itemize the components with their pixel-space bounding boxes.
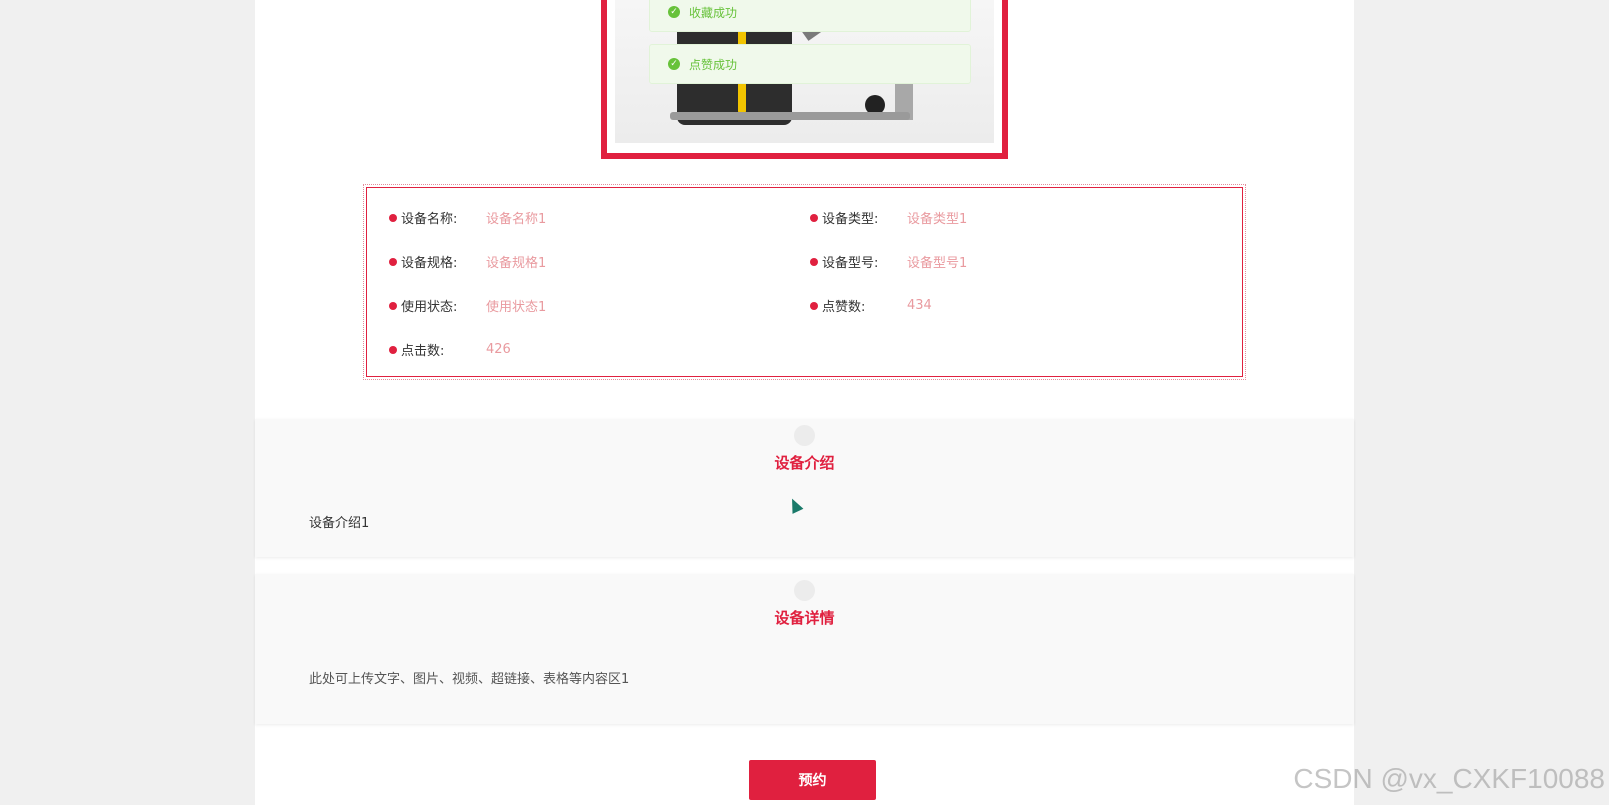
check-circle-icon: ✓	[668, 6, 680, 18]
detail-body: 此处可上传文字、图片、视频、超链接、表格等内容区1	[309, 672, 630, 687]
info-value: 434	[907, 298, 932, 313]
check-circle-icon: ✓	[668, 58, 680, 70]
section-circle-icon	[794, 425, 815, 446]
info-label: 使用状态:	[401, 300, 458, 315]
product-image-frame: ✓ 收藏成功 ✓ 点赞成功	[601, 0, 1008, 159]
bullet-icon	[810, 301, 818, 310]
detail-section: 设备详情 此处可上传文字、图片、视频、超链接、表格等内容区1	[255, 574, 1354, 724]
info-item-spec: 设备规格: 设备规格1	[389, 252, 546, 271]
toast-favorite-success: ✓ 收藏成功	[649, 0, 971, 32]
info-item-type: 设备类型: 设备类型1	[810, 208, 967, 227]
bullet-icon	[389, 213, 397, 222]
info-item-model: 设备型号: 设备型号1	[810, 252, 967, 271]
info-value: 使用状态1	[486, 300, 547, 315]
info-label: 设备规格:	[401, 256, 458, 271]
watermark: CSDN @vx_CXKF10088	[1293, 763, 1605, 794]
product-image: ✓ 收藏成功 ✓ 点赞成功	[615, 0, 994, 143]
info-item-clicks: 点击数: 426	[389, 340, 511, 359]
toast-text: 收藏成功	[689, 5, 738, 20]
info-value: 设备名称1	[486, 212, 547, 227]
info-label: 设备名称:	[401, 212, 458, 227]
detail-title: 设备详情	[774, 609, 835, 627]
info-value: 设备规格1	[486, 256, 547, 271]
book-button[interactable]: 预约	[749, 760, 876, 800]
bullet-icon	[389, 301, 397, 310]
toast-text: 点赞成功	[689, 57, 738, 72]
info-value: 设备类型1	[907, 212, 968, 227]
intro-section: 设备介绍 设备介绍1	[255, 419, 1354, 557]
info-label: 点击数:	[401, 344, 445, 359]
info-value: 设备型号1	[907, 256, 968, 271]
machine-base	[670, 112, 910, 120]
info-value: 426	[486, 342, 511, 357]
detail-page: ✓ 收藏成功 ✓ 点赞成功 设备名称: 设备名称1 设备类型: 设备类型1 设备…	[255, 0, 1354, 805]
intro-title: 设备介绍	[774, 454, 835, 472]
bullet-icon	[389, 257, 397, 266]
bullet-icon	[810, 257, 818, 266]
device-info-box: 设备名称: 设备名称1 设备类型: 设备类型1 设备规格: 设备规格1 设备型号…	[363, 184, 1246, 380]
info-label: 设备类型:	[822, 212, 879, 227]
info-item-name: 设备名称: 设备名称1	[389, 208, 546, 227]
bullet-icon	[389, 345, 397, 354]
toast-like-success: ✓ 点赞成功	[649, 44, 971, 84]
info-item-likes: 点赞数: 434	[810, 296, 932, 315]
intro-body: 设备介绍1	[309, 516, 370, 531]
info-label: 设备型号:	[822, 256, 879, 271]
section-circle-icon	[794, 580, 815, 601]
info-item-status: 使用状态: 使用状态1	[389, 296, 546, 315]
bullet-icon	[810, 213, 818, 222]
info-label: 点赞数:	[822, 300, 866, 315]
